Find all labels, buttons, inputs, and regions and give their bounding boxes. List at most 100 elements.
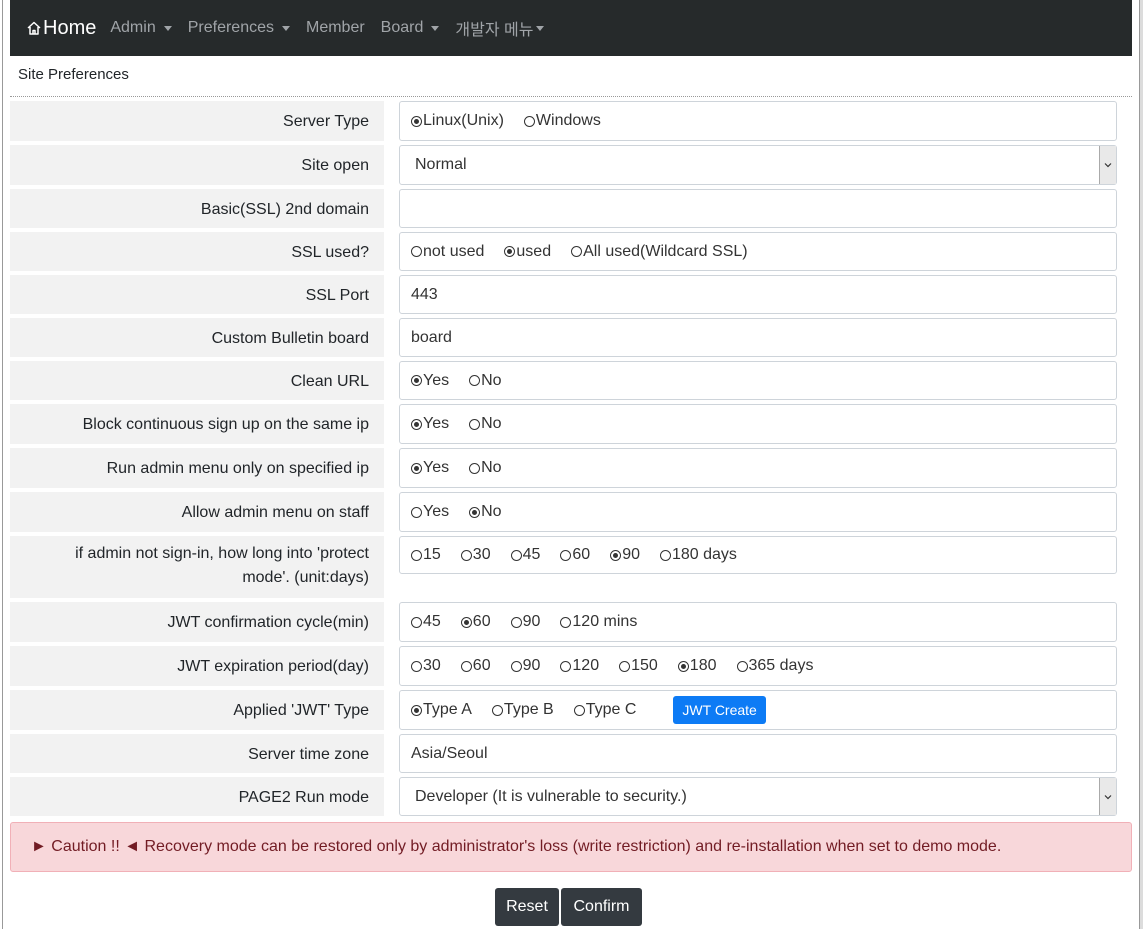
field-jwt-expire: 30 60 90 120 150 180 365 days <box>399 646 1117 686</box>
select-arrow[interactable] <box>1099 778 1116 815</box>
custom-board-input[interactable]: board <box>399 318 1117 357</box>
radio-jwt-type-c[interactable]: Type C <box>573 701 636 719</box>
site-open-select[interactable]: Normal <box>399 145 1117 185</box>
nav-board-label: Board <box>380 19 424 36</box>
row-jwt-expire: JWT expiration period(day) 30 60 90 120 … <box>10 646 1132 686</box>
row-protect-mode: if admin not sign-in, how long into 'pro… <box>10 536 1132 598</box>
jwt-create-button[interactable]: JWT Create <box>673 696 766 724</box>
radio-admin-staff-no[interactable]: No <box>469 503 502 521</box>
radio-used[interactable]: used <box>504 243 551 261</box>
radio-jwt-expire-30[interactable]: 30 <box>411 657 441 675</box>
chevron-down-icon <box>431 25 440 31</box>
nav-admin-label: Admin <box>110 19 156 36</box>
row-custom-board: Custom Bulletin board board <box>10 318 1132 357</box>
field-admin-staff: Yes No <box>399 492 1117 532</box>
radio-admin-ip-no[interactable]: No <box>469 459 502 477</box>
nav-member[interactable]: Member <box>306 19 365 37</box>
field-protect-mode: 15 30 45 60 90 180 days <box>399 536 1117 574</box>
radio-jwt-expire-180[interactable]: 180 <box>677 657 717 675</box>
chevron-down-icon <box>1104 163 1112 168</box>
row-run-mode: PAGE2 Run mode Developer (It is vulnerab… <box>10 777 1132 816</box>
nav-preferences[interactable]: Preferences <box>188 19 290 37</box>
radio-jwt-cycle-60[interactable]: 60 <box>460 613 491 631</box>
row-admin-staff: Allow admin menu on staff Yes No <box>10 492 1132 532</box>
title-divider <box>10 96 1132 97</box>
radio-jwt-expire-150[interactable]: 150 <box>619 657 658 675</box>
radio-admin-staff-yes[interactable]: Yes <box>411 503 449 521</box>
label-admin-ip: Run admin menu only on specified ip <box>10 448 384 488</box>
radio-protect-180[interactable]: 180 days <box>659 546 737 564</box>
caution-alert: ► Caution !! ◄ Recovery mode can be rest… <box>10 822 1132 872</box>
radio-jwt-expire-60[interactable]: 60 <box>460 657 491 675</box>
label-admin-staff: Allow admin menu on staff <box>10 492 384 532</box>
brand-label: Home <box>43 16 97 39</box>
page-title: Site Preferences <box>18 66 129 83</box>
nav-preferences-label: Preferences <box>187 19 274 36</box>
row-ssl-domain: Basic(SSL) 2nd domain <box>10 189 1132 228</box>
home-icon <box>27 21 41 35</box>
radio-protect-60[interactable]: 60 <box>560 546 590 564</box>
label-ssl-domain: Basic(SSL) 2nd domain <box>10 189 384 228</box>
select-arrow[interactable] <box>1099 146 1116 184</box>
timezone-input[interactable]: Asia/Seoul <box>399 734 1117 773</box>
row-jwt-type: Applied 'JWT' Type Type A Type B Type C … <box>10 690 1132 730</box>
radio-jwt-type-b[interactable]: Type B <box>491 701 554 719</box>
radio-all-used[interactable]: All used(Wildcard SSL) <box>571 243 748 261</box>
field-jwt-cycle: 45 60 90 120 mins <box>399 602 1117 642</box>
row-ssl-used: SSL used? not used used All used(Wildcar… <box>10 232 1132 271</box>
row-server-type: Server Type Linux(Unix) Windows <box>10 101 1132 141</box>
nav-member-label: Member <box>305 19 365 36</box>
radio-linux[interactable]: Linux(Unix) <box>411 112 504 130</box>
brand-home-link[interactable]: Home <box>26 17 96 40</box>
top-navbar: Home Admin Preferences Member Board 개발자 … <box>10 0 1132 56</box>
radio-clean-url-no[interactable]: No <box>469 372 502 390</box>
radio-clean-url-yes[interactable]: Yes <box>411 372 449 390</box>
label-protect-mode: if admin not sign-in, how long into 'pro… <box>10 536 384 598</box>
row-admin-ip: Run admin menu only on specified ip Yes … <box>10 448 1132 488</box>
nav-developer-menu[interactable]: 개발자 메뉴 <box>455 16 545 40</box>
reset-button[interactable]: Reset <box>495 888 559 926</box>
row-block-signup: Block continuous sign up on the same ip … <box>10 404 1132 444</box>
nav-board[interactable]: Board <box>381 19 440 37</box>
label-ssl-used: SSL used? <box>10 232 384 271</box>
radio-jwt-type-a[interactable]: Type A <box>411 701 472 719</box>
radio-protect-45[interactable]: 45 <box>510 546 540 564</box>
radio-windows[interactable]: Windows <box>523 112 601 130</box>
field-ssl-used: not used used All used(Wildcard SSL) <box>399 232 1117 271</box>
radio-jwt-cycle-45[interactable]: 45 <box>411 613 441 631</box>
label-timezone: Server time zone <box>10 734 384 773</box>
radio-block-signup-no[interactable]: No <box>469 415 502 433</box>
label-jwt-type: Applied 'JWT' Type <box>10 690 384 730</box>
radio-jwt-cycle-90[interactable]: 90 <box>510 613 540 631</box>
radio-block-signup-yes[interactable]: Yes <box>411 415 449 433</box>
chevron-down-icon <box>281 25 290 31</box>
radio-protect-15[interactable]: 15 <box>411 546 441 564</box>
run-mode-value: Developer (It is vulnerable to security.… <box>415 787 687 805</box>
label-ssl-port: SSL Port <box>10 275 384 314</box>
ssl-port-input[interactable]: 443 <box>399 275 1117 314</box>
label-clean-url: Clean URL <box>10 361 384 400</box>
chevron-down-icon <box>536 25 545 31</box>
chevron-down-icon <box>163 25 172 31</box>
nav-admin[interactable]: Admin <box>110 19 172 37</box>
chevron-down-icon <box>1104 794 1112 799</box>
radio-admin-ip-yes[interactable]: Yes <box>411 459 449 477</box>
label-site-open: Site open <box>10 145 384 185</box>
radio-protect-30[interactable]: 30 <box>460 546 491 564</box>
radio-jwt-cycle-120[interactable]: 120 mins <box>560 613 637 631</box>
label-server-type: Server Type <box>10 101 384 141</box>
row-jwt-cycle: JWT confirmation cycle(min) 45 60 90 120… <box>10 602 1132 642</box>
site-open-value: Normal <box>415 156 467 173</box>
field-block-signup: Yes No <box>399 404 1117 444</box>
radio-not-used[interactable]: not used <box>411 243 484 261</box>
label-custom-board: Custom Bulletin board <box>10 318 384 357</box>
field-admin-ip: Yes No <box>399 448 1117 488</box>
confirm-button[interactable]: Confirm <box>561 888 642 926</box>
run-mode-select[interactable]: Developer (It is vulnerable to security.… <box>399 777 1117 816</box>
radio-jwt-expire-90[interactable]: 90 <box>510 657 540 675</box>
row-clean-url: Clean URL Yes No <box>10 361 1132 400</box>
radio-jwt-expire-120[interactable]: 120 <box>560 657 599 675</box>
ssl-domain-input[interactable] <box>399 189 1117 228</box>
radio-protect-90[interactable]: 90 <box>610 546 640 564</box>
radio-jwt-expire-365[interactable]: 365 days <box>736 657 813 675</box>
